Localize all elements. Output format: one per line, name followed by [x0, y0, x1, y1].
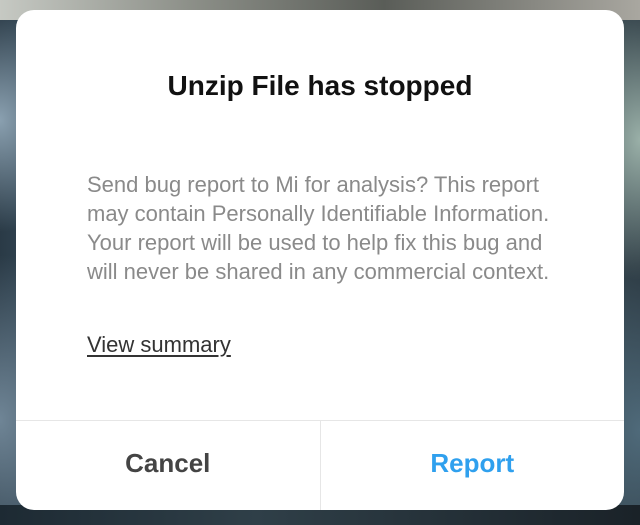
crash-dialog: Unzip File has stopped Send bug report t… — [16, 10, 624, 510]
dialog-button-bar: Cancel Report — [16, 420, 624, 510]
view-summary-link[interactable]: View summary — [87, 330, 231, 360]
dialog-title: Unzip File has stopped — [167, 70, 473, 101]
cancel-button[interactable]: Cancel — [16, 421, 321, 510]
report-button[interactable]: Report — [321, 421, 625, 510]
dialog-message: Send bug report to Mi for analysis? This… — [87, 172, 550, 284]
